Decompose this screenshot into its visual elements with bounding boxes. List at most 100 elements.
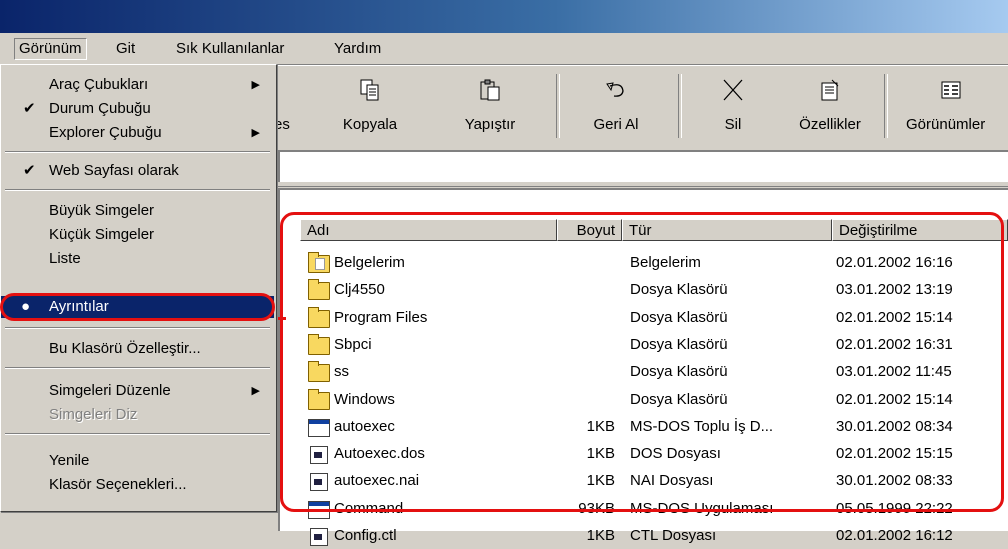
column-header-name[interactable]: Adı bbox=[300, 219, 557, 241]
file-modified: 02.01.2002 15:14 bbox=[836, 308, 953, 326]
submenu-arrow-icon: ▶ bbox=[251, 79, 260, 91]
toolbar-separator bbox=[556, 74, 560, 138]
file-type: Dosya Klasörü bbox=[630, 335, 728, 353]
copy-button[interactable]: Kopyala bbox=[318, 66, 422, 146]
radio-bullet-icon: ● bbox=[21, 298, 31, 315]
file-modified: 30.01.2002 08:33 bbox=[836, 472, 953, 490]
file-size: 93KB bbox=[578, 499, 615, 517]
menu-item-label: Ayrıntılar bbox=[49, 298, 109, 315]
view-menu: Araç Çubukları ▶ ✔ Durum Çubuğu Explorer Ç… bbox=[0, 64, 277, 512]
file-row[interactable]: Command 93KB MS-DOS Uygulaması 05.05.1999 2… bbox=[300, 496, 1008, 522]
file-icon bbox=[310, 446, 328, 465]
menu-item-explorer-bar[interactable]: Explorer Çubuğu ▶ bbox=[1, 121, 274, 145]
undo-icon bbox=[606, 82, 624, 97]
file-row[interactable]: Program Files Dosya Klasörü 02.01.2002 15:… bbox=[300, 305, 1008, 331]
undo-label: Geri Al bbox=[593, 116, 639, 133]
views-icon bbox=[941, 81, 961, 99]
address-input[interactable] bbox=[278, 150, 1008, 182]
file-row[interactable]: Clj4550 Dosya Klasörü 03.01.2002 13:19 bbox=[300, 277, 1008, 303]
file-name: Clj4550 bbox=[334, 281, 385, 299]
file-row[interactable]: Autoexec.dos 1KB DOS Dosyası 02.01.2002 15:… bbox=[300, 441, 1008, 467]
views-button[interactable]: Görünümler bbox=[894, 66, 1008, 146]
menu-separator bbox=[5, 367, 270, 369]
menu-item-status-bar[interactable]: ✔ Durum Çubuğu bbox=[1, 97, 274, 121]
toolbar-separator bbox=[678, 74, 682, 138]
file-row[interactable]: ss Dosya Klasörü 03.01.2002 11:45 bbox=[300, 359, 1008, 385]
file-type: Dosya Klasörü bbox=[630, 281, 728, 299]
file-type: NAI Dosyası bbox=[630, 472, 714, 490]
title-bar bbox=[0, 0, 1008, 33]
menu-view[interactable]: Görünüm bbox=[14, 38, 87, 60]
file-name: Config.ctl bbox=[334, 527, 397, 544]
file-size: 1KB bbox=[586, 445, 615, 463]
menu-item-large-icons[interactable]: Büyük Simgeler bbox=[1, 199, 274, 223]
menu-item-label: Klasör Seçenekleri... bbox=[49, 476, 187, 493]
menu-separator bbox=[5, 433, 270, 435]
properties-button[interactable]: Özellikler bbox=[782, 66, 878, 146]
file-modified: 30.01.2002 08:34 bbox=[836, 417, 953, 435]
file-modified: 02.01.2002 15:14 bbox=[836, 390, 953, 408]
file-name: autoexec bbox=[334, 417, 395, 435]
column-header-size[interactable]: Boyut bbox=[557, 219, 622, 241]
column-header-modified[interactable]: Değiştirilme bbox=[832, 219, 1008, 241]
file-row[interactable]: autoexec 1KB MS-DOS Toplu İş D... 30.01.200… bbox=[300, 414, 1008, 440]
delete-icon bbox=[723, 79, 743, 101]
menu-item-folder-options[interactable]: Klasör Seçenekleri... bbox=[1, 473, 274, 497]
properties-icon bbox=[821, 79, 839, 101]
menu-item-details[interactable]: ● Ayrıntılar bbox=[1, 296, 274, 318]
copy-icon bbox=[360, 79, 379, 101]
menu-item-arrange-icons[interactable]: Simgeleri Düzenle ▶ bbox=[1, 379, 274, 403]
file-modified: 03.01.2002 13:19 bbox=[836, 281, 953, 299]
file-modified: 02.01.2002 15:15 bbox=[836, 445, 953, 463]
file-name: Autoexec.dos bbox=[334, 445, 425, 463]
file-size: 1KB bbox=[586, 417, 615, 435]
undo-button[interactable]: Geri Al bbox=[566, 66, 666, 146]
file-modified: 02.01.2002 16:12 bbox=[836, 527, 953, 544]
list-header: Adı Boyut Tür Değiştirilme bbox=[300, 219, 1008, 243]
file-name: Command bbox=[334, 499, 404, 517]
paste-button[interactable]: Yapıştır bbox=[438, 66, 542, 146]
views-label: Görünümler bbox=[906, 116, 986, 133]
menu-item-label: Web Sayfası olarak bbox=[49, 162, 179, 179]
menu-item-customize-folder[interactable]: Bu Klasörü Özelleştir... bbox=[1, 337, 274, 361]
file-row[interactable]: Belgelerim Belgelerim 02.01.2002 16:16 bbox=[300, 250, 1008, 276]
file-row[interactable]: Config.ctl 1KB CTL Dosyası 02.01.2002 16:12 bbox=[300, 523, 1008, 549]
menu-bar: Görünüm Git Sık Kullanılanlar Yardım bbox=[0, 33, 1008, 65]
file-name: Program Files bbox=[334, 308, 428, 326]
menu-item-list[interactable]: Liste bbox=[1, 247, 274, 271]
file-row[interactable]: Windows Dosya Klasörü 02.01.2002 15:14 bbox=[300, 387, 1008, 413]
menu-item-label: Yenile bbox=[49, 452, 90, 469]
file-type: MS-DOS Uygulaması bbox=[630, 499, 774, 517]
checkmark-icon: ✔ bbox=[23, 162, 36, 179]
folder-icon bbox=[308, 279, 330, 301]
delete-button[interactable]: Sil bbox=[688, 66, 778, 146]
menu-item-web-page[interactable]: ✔ Web Sayfası olarak bbox=[1, 159, 274, 183]
file-type: Dosya Klasörü bbox=[630, 308, 728, 326]
menu-favorites[interactable]: Sık Kullanılanlar bbox=[172, 39, 288, 59]
file-row[interactable]: autoexec.nai 1KB NAI Dosyası 30.01.2002 08:… bbox=[300, 468, 1008, 494]
file-modified: 02.01.2002 16:16 bbox=[836, 254, 953, 271]
file-modified: 05.05.1999 22:22 bbox=[836, 499, 953, 517]
paste-icon bbox=[480, 79, 500, 101]
properties-label: Özellikler bbox=[799, 116, 861, 133]
submenu-arrow-icon: ▶ bbox=[251, 385, 260, 397]
file-modified: 02.01.2002 16:31 bbox=[836, 335, 953, 353]
file-name: autoexec.nai bbox=[334, 472, 420, 490]
menu-item-label: Bu Klasörü Özelleştir... bbox=[49, 340, 201, 357]
cut-label: es bbox=[274, 116, 290, 133]
batch-file-icon bbox=[308, 418, 330, 437]
menu-go[interactable]: Git bbox=[112, 39, 139, 59]
menu-item-small-icons[interactable]: Küçük Simgeler bbox=[1, 223, 274, 247]
folder-icon bbox=[308, 306, 330, 328]
file-type: CTL Dosyası bbox=[630, 527, 717, 544]
menu-item-toolbars[interactable]: Araç Çubukları ▶ bbox=[1, 73, 274, 97]
menu-help[interactable]: Yardım bbox=[330, 39, 385, 59]
menu-item-refresh[interactable]: Yenile bbox=[1, 449, 274, 473]
folder-icon bbox=[308, 388, 330, 410]
menu-item-label: Simgeleri Düzenle bbox=[49, 382, 171, 399]
menu-item-label: Durum Çubuğu bbox=[49, 100, 151, 117]
file-row[interactable]: Sbpci Dosya Klasörü 02.01.2002 16:31 bbox=[300, 332, 1008, 358]
column-header-type[interactable]: Tür bbox=[622, 219, 832, 241]
file-type: Dosya Klasörü bbox=[630, 390, 728, 408]
file-modified: 03.01.2002 11:45 bbox=[836, 363, 952, 381]
